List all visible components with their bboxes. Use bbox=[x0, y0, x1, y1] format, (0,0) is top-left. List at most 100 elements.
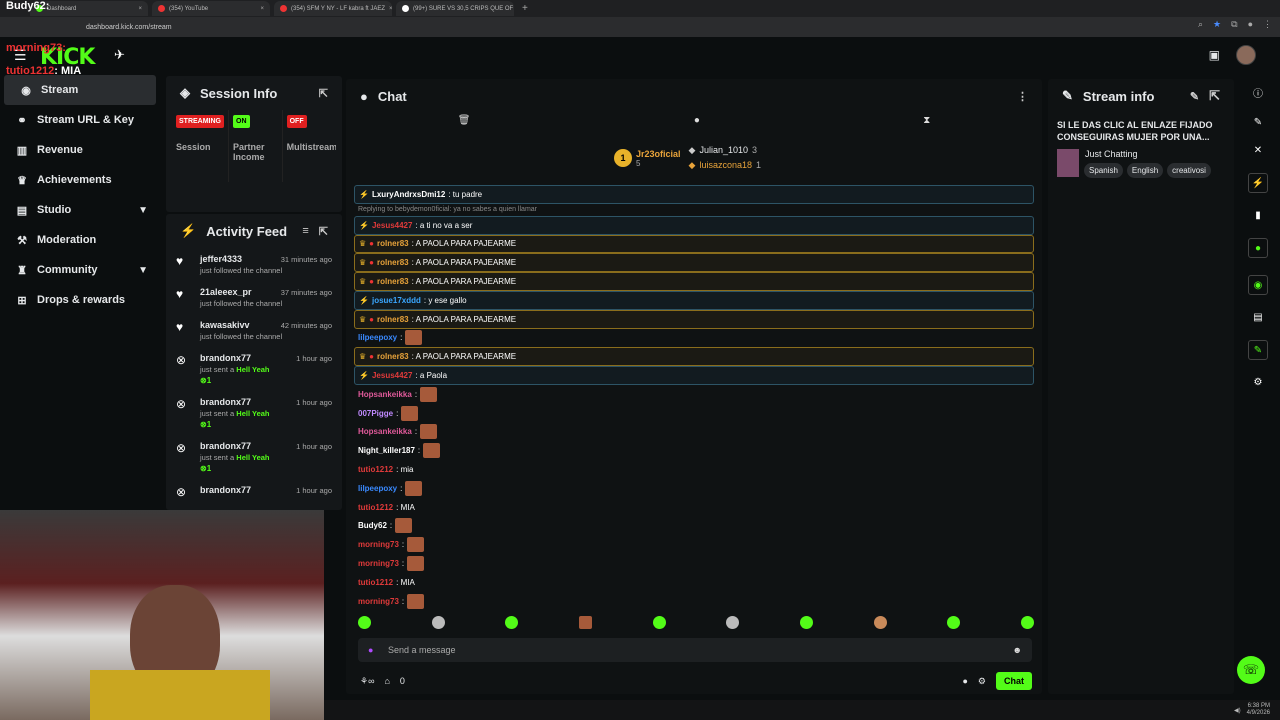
address-bar[interactable]: dashboard.kick.com/stream bbox=[0, 17, 1280, 37]
chat-username[interactable]: Hopsankeikka bbox=[358, 427, 412, 436]
more-options-icon[interactable]: ⋮ bbox=[1017, 90, 1028, 103]
menu-icon[interactable]: ⋮ bbox=[1263, 19, 1272, 30]
activity-user[interactable]: jeffer4333 bbox=[200, 254, 282, 264]
hourglass-icon[interactable]: ⧗ bbox=[923, 115, 930, 135]
chat-username[interactable]: tutio1212 bbox=[358, 465, 393, 474]
filter-icon[interactable]: ≡ bbox=[302, 225, 308, 237]
settings-gear-icon[interactable]: ⚙ bbox=[978, 676, 986, 687]
activity-user[interactable]: kawasakivv bbox=[200, 320, 282, 330]
chat-username[interactable]: Jesus4427 bbox=[372, 371, 412, 380]
chat-message[interactable]: ⚡ Jesus4427: a Paola bbox=[354, 366, 1034, 385]
emote-icon[interactable] bbox=[1020, 616, 1034, 629]
chat-username[interactable]: Jesus4427 bbox=[372, 221, 412, 230]
chat-username[interactable]: rolner83 bbox=[377, 277, 409, 286]
extensions-icon[interactable]: ⧉ bbox=[1231, 19, 1237, 30]
layout-icon[interactable]: ▤ bbox=[1253, 312, 1262, 323]
sidebar-item-stream[interactable]: ◉ Stream bbox=[4, 75, 156, 105]
activity-user[interactable]: 21aleeex_pr bbox=[200, 287, 282, 297]
info-icon[interactable]: ⓘ bbox=[1253, 85, 1263, 100]
chat-message[interactable]: ⚡ Jesus4427: a ti no va a ser bbox=[354, 215, 1034, 235]
chat-message[interactable]: ⚡ LxuryAndrxsDmi12: tu padre bbox=[354, 185, 1034, 204]
emote-icon[interactable] bbox=[578, 616, 592, 629]
chat-message[interactable]: tutio1212: mia bbox=[354, 460, 1034, 479]
emote-icon[interactable] bbox=[358, 616, 371, 629]
chat-username[interactable]: tutio1212 bbox=[358, 578, 393, 587]
tag[interactable]: creativosi bbox=[1167, 163, 1211, 178]
chat-message[interactable]: ♛ ● rolner83: A PAOLA PARA PAJEARME bbox=[354, 234, 1034, 254]
chat-messages[interactable]: ⚡ LxuryAndrxsDmi12: tu padre Replying to b… bbox=[354, 185, 1034, 611]
chat-message[interactable]: 007Pigge: bbox=[354, 404, 1034, 423]
edit-icon[interactable]: ✎ bbox=[1190, 90, 1199, 103]
zoom-icon[interactable]: ⌕ bbox=[1198, 19, 1203, 30]
emoji-picker-icon[interactable]: ☻ bbox=[1013, 645, 1022, 655]
chat-settings-bubble-icon[interactable]: ● bbox=[962, 676, 967, 686]
points-icon[interactable]: ⚘∞ bbox=[360, 676, 374, 687]
sidebar-item-studio[interactable]: ▤ Studio ▼ bbox=[0, 195, 160, 225]
avatar[interactable] bbox=[1236, 45, 1256, 65]
tools-icon[interactable]: ✕ bbox=[1254, 145, 1262, 156]
profile-icon[interactable]: ● bbox=[1248, 19, 1253, 30]
popout-icon[interactable]: ⇱ bbox=[319, 225, 328, 238]
close-icon[interactable]: × bbox=[389, 6, 392, 12]
emote-icon[interactable] bbox=[431, 616, 445, 629]
chevron-down-icon[interactable]: ▼ bbox=[138, 205, 148, 216]
bolt-icon[interactable]: ⚡ bbox=[1248, 173, 1268, 193]
chat-username[interactable]: rolner83 bbox=[377, 258, 409, 267]
chat-username[interactable]: lilpeepoxy bbox=[358, 333, 397, 342]
chat-message[interactable]: ⚡ josue17xddd: y ese gallo bbox=[354, 290, 1034, 310]
activity-user[interactable]: brandonx77 bbox=[200, 353, 270, 363]
chat-username[interactable]: rolner83 bbox=[377, 239, 409, 248]
chat-message[interactable]: morning73: bbox=[354, 554, 1034, 573]
browser-tab[interactable]: (354) SFM Y NY - LF kabra ft JAEZ × bbox=[274, 1, 392, 16]
chat-message[interactable]: ♛ ● rolner83: A PAOLA PARA PAJEARME bbox=[354, 253, 1034, 273]
chat-message[interactable]: Night_killer187: bbox=[354, 441, 1034, 460]
chat-message[interactable]: lilpeepoxy: bbox=[354, 479, 1034, 498]
emote-icon[interactable] bbox=[799, 616, 813, 629]
broadcast-icon[interactable]: ◉ bbox=[1248, 275, 1268, 295]
chat-message[interactable]: morning73: bbox=[354, 592, 1034, 611]
chat-username[interactable]: Budy62 bbox=[358, 521, 387, 530]
browser-tab[interactable]: (354) YouTube × bbox=[152, 1, 270, 16]
category-name[interactable]: Just Chatting bbox=[1085, 149, 1138, 159]
sidebar-item-stream-url-key[interactable]: ⚭ Stream URL & Key bbox=[0, 105, 160, 135]
leader-name[interactable]: Jr23oficial bbox=[636, 149, 681, 159]
leader-name[interactable]: Julian_1010 bbox=[699, 145, 748, 156]
chat-username[interactable]: lilpeepoxy bbox=[358, 484, 397, 493]
chat-message-input[interactable]: ● Send a message ☻ bbox=[358, 638, 1032, 662]
activity-user[interactable]: brandonx77 bbox=[200, 441, 270, 451]
activity-user[interactable]: brandonx77 bbox=[200, 397, 270, 407]
sidebar-item-community[interactable]: ♜ Community ▼ bbox=[0, 255, 160, 285]
send-chat-button[interactable]: Chat bbox=[996, 672, 1032, 690]
emote-icon[interactable] bbox=[873, 616, 887, 629]
support-chat-button[interactable]: ☏ bbox=[1237, 656, 1265, 684]
new-tab-button[interactable]: + bbox=[522, 3, 528, 14]
emote-icon[interactable] bbox=[652, 616, 666, 629]
activity-user[interactable]: brandonx77 bbox=[200, 485, 251, 495]
close-icon[interactable]: × bbox=[260, 6, 264, 12]
popout-icon[interactable]: ⇱ bbox=[319, 87, 328, 100]
sidebar-item-achievements[interactable]: ♛ Achievements bbox=[0, 165, 160, 195]
leader-name[interactable]: luisazcona18 bbox=[699, 160, 752, 171]
chat-message[interactable]: ♛ ● rolner83: A PAOLA PARA PAJEARME bbox=[354, 309, 1034, 329]
pencil-icon[interactable]: ✎ bbox=[1254, 117, 1262, 128]
chevron-down-icon[interactable]: ▼ bbox=[138, 265, 148, 276]
chat-message[interactable]: Hopsankeikka: bbox=[354, 423, 1034, 442]
chat-username[interactable]: morning73 bbox=[358, 559, 399, 568]
chat-username[interactable]: morning73 bbox=[358, 540, 399, 549]
chat-message[interactable]: Budy62: bbox=[354, 517, 1034, 536]
chat-message[interactable]: tutio1212: MIA bbox=[354, 498, 1034, 517]
mod-icon[interactable]: ⚙ bbox=[1254, 377, 1263, 388]
chat-message[interactable]: Hopsankeikka: bbox=[354, 385, 1034, 404]
close-icon[interactable]: × bbox=[138, 6, 142, 12]
chat-username[interactable]: morning73 bbox=[358, 597, 399, 606]
sidebar-item-moderation[interactable]: ⚒ Moderation bbox=[0, 225, 160, 255]
document-icon[interactable]: ▮ bbox=[1255, 210, 1261, 221]
category-thumbnail[interactable] bbox=[1057, 149, 1079, 177]
chat-username[interactable]: josue17xddd bbox=[372, 296, 421, 305]
trash-icon[interactable]: 🗑 bbox=[458, 115, 471, 135]
pin-icon[interactable]: ✈ bbox=[114, 47, 125, 63]
wallet-icon[interactable]: ▣ bbox=[1209, 48, 1220, 62]
chat-username[interactable]: Hopsankeikka bbox=[358, 390, 412, 399]
chat-mode-icon[interactable]: ● bbox=[694, 115, 700, 135]
emote-icon[interactable] bbox=[505, 616, 519, 629]
